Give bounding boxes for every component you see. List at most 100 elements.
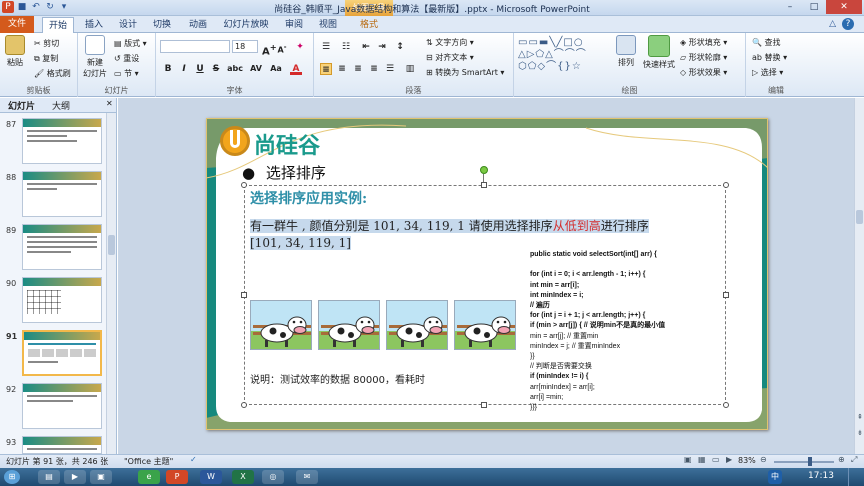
layout-button[interactable]: ▤ 版式 ▾	[114, 38, 147, 49]
char-spacing-button[interactable]: AV	[248, 63, 264, 75]
normal-view-icon[interactable]: ▣	[684, 455, 692, 464]
ime-indicator[interactable]: 中	[768, 470, 782, 484]
change-case-button[interactable]: Aa	[268, 63, 284, 75]
tab-design[interactable]: 设计	[114, 17, 142, 33]
new-slide-button[interactable]: 新建 幻灯片	[80, 35, 110, 79]
numbering-icon[interactable]: ☷	[340, 41, 352, 53]
maximize-button[interactable]: □	[802, 0, 826, 14]
tab-slides[interactable]: 幻灯片	[8, 99, 35, 112]
resize-handle[interactable]	[481, 182, 487, 188]
arrange-button[interactable]: 排列	[612, 35, 640, 68]
strikethrough-button[interactable]: S	[210, 63, 222, 75]
scroll-thumb[interactable]	[108, 235, 115, 255]
resize-handle[interactable]	[241, 402, 247, 408]
align-right-icon[interactable]: ≡	[352, 63, 364, 75]
taskbar-media-icon[interactable]: ▶	[64, 470, 86, 484]
zoom-in-icon[interactable]: ⊕	[838, 455, 845, 464]
shape-outline-button[interactable]: ▱ 形状轮廓 ▾	[680, 52, 727, 63]
next-slide-icon[interactable]: ⇟	[855, 428, 864, 439]
taskbar-word-icon[interactable]: W	[200, 470, 222, 484]
section-button[interactable]: ▭ 节 ▾	[114, 68, 139, 79]
justify-icon[interactable]: ≡	[368, 63, 380, 75]
cow-image[interactable]	[454, 300, 516, 350]
resize-handle[interactable]	[723, 402, 729, 408]
shapes-gallery[interactable]: ▭▭▬╲╱□○ △▷⬠△⌒⌒⌒ ⬡⬠◇⌒{}☆	[518, 37, 608, 77]
cow-image[interactable]	[250, 300, 312, 350]
resize-handle[interactable]	[481, 402, 487, 408]
shape-effects-button[interactable]: ◇ 形状效果 ▾	[680, 67, 727, 78]
minimize-button[interactable]: –	[778, 0, 802, 14]
grow-font-icon[interactable]: A+	[262, 41, 277, 57]
close-pane-icon[interactable]: ✕	[106, 99, 113, 108]
code-block[interactable]: public static void selectSort(int[] arr)…	[530, 250, 720, 413]
resize-handle[interactable]	[723, 182, 729, 188]
close-button[interactable]: ✕	[826, 0, 862, 14]
reset-button[interactable]: ↺ 重设	[114, 53, 139, 64]
slide-thumbnail-92[interactable]	[22, 383, 102, 429]
shrink-font-icon[interactable]: A-	[276, 41, 288, 55]
align-center-icon[interactable]: ≡	[336, 63, 348, 75]
slideshow-view-icon[interactable]: ▶	[726, 455, 732, 464]
slide-canvas[interactable]: 尚硅谷 ● 选择排序 选择排序应用实例: 有一群牛 , 颜值分别是 101, 3…	[206, 118, 768, 430]
bullets-icon[interactable]: ☰	[320, 41, 332, 53]
find-button[interactable]: 🔍 查找	[752, 37, 781, 48]
tab-review[interactable]: 审阅	[280, 17, 308, 33]
distributed-icon[interactable]: ☰	[384, 63, 396, 75]
scroll-thumb[interactable]	[856, 210, 863, 224]
zoom-slider-thumb[interactable]	[808, 457, 812, 466]
cow-image[interactable]	[318, 300, 380, 350]
resize-handle[interactable]	[241, 292, 247, 298]
problem-statement[interactable]: 有一群牛 , 颜值分别是 101, 34, 119, 1 请使用选择排序从低到高…	[250, 218, 700, 252]
slide-thumbnail-88[interactable]	[22, 171, 102, 217]
resize-handle[interactable]	[723, 292, 729, 298]
align-text-button[interactable]: ⊟ 对齐文本 ▾	[426, 52, 474, 63]
collapse-ribbon-icon[interactable]: △	[829, 19, 836, 29]
zoom-level[interactable]: 83%	[738, 456, 756, 465]
format-painter-button[interactable]: 🖌 格式刷	[34, 68, 71, 79]
taskbar-explorer-icon[interactable]: ▤	[38, 470, 60, 484]
tab-transitions[interactable]: 切换	[148, 17, 176, 33]
convert-smartart-button[interactable]: ⊞ 转换为 SmartArt ▾	[426, 67, 504, 78]
decrease-indent-icon[interactable]: ⇤	[360, 41, 372, 53]
line-spacing-icon[interactable]: ↕	[394, 41, 406, 53]
rotate-handle[interactable]	[480, 166, 488, 174]
slide-thumbnail-87[interactable]	[22, 118, 102, 164]
taskbar-browser-icon[interactable]: e	[138, 470, 160, 484]
reading-view-icon[interactable]: ▭	[712, 455, 720, 464]
font-size-select[interactable]: 18	[232, 40, 258, 53]
tab-outline[interactable]: 大纲	[52, 99, 70, 112]
spellcheck-icon[interactable]: ✓	[190, 455, 197, 464]
show-desktop-button[interactable]	[848, 468, 864, 486]
text-direction-button[interactable]: ⇅ 文字方向 ▾	[426, 37, 474, 48]
slide-thumbnail-90[interactable]	[22, 277, 102, 323]
select-button[interactable]: ▷ 选择 ▾	[752, 67, 783, 78]
prev-slide-icon[interactable]: ⇞	[855, 412, 864, 423]
start-button[interactable]: ⊞	[4, 470, 20, 484]
taskbar-excel-icon[interactable]: X	[232, 470, 254, 484]
italic-button[interactable]: I	[178, 63, 190, 75]
tab-format[interactable]: 格式	[352, 17, 386, 33]
columns-icon[interactable]: ▥	[404, 63, 416, 75]
cow-image[interactable]	[386, 300, 448, 350]
quick-styles-button[interactable]: 快速样式	[642, 35, 676, 70]
slide-thumbnail-93[interactable]	[22, 436, 102, 454]
help-icon[interactable]: ?	[842, 18, 854, 30]
shape-fill-button[interactable]: ◈ 形状填充 ▾	[680, 37, 727, 48]
font-name-select[interactable]	[160, 40, 230, 53]
tab-insert[interactable]: 插入	[80, 17, 108, 33]
tab-slideshow[interactable]: 幻灯片放映	[220, 17, 272, 33]
cut-button[interactable]: ✂ 剪切	[34, 38, 59, 49]
font-color-button[interactable]: A	[290, 63, 302, 75]
zoom-slider[interactable]	[774, 461, 834, 463]
tab-view[interactable]: 视图	[314, 17, 342, 33]
fit-slide-icon[interactable]: ⤢	[851, 455, 857, 465]
zoom-out-icon[interactable]: ⊖	[760, 455, 767, 464]
resize-handle[interactable]	[241, 182, 247, 188]
taskbar-chat-icon[interactable]: ✉	[296, 470, 318, 484]
taskbar-app-icon[interactable]: ◎	[262, 470, 284, 484]
replace-button[interactable]: ab 替换 ▾	[752, 52, 787, 63]
tab-animations[interactable]: 动画	[184, 17, 212, 33]
slides-pane-scrollbar[interactable]	[106, 113, 116, 454]
slide-thumbnail-89[interactable]	[22, 224, 102, 270]
sorter-view-icon[interactable]: ▦	[698, 455, 706, 464]
